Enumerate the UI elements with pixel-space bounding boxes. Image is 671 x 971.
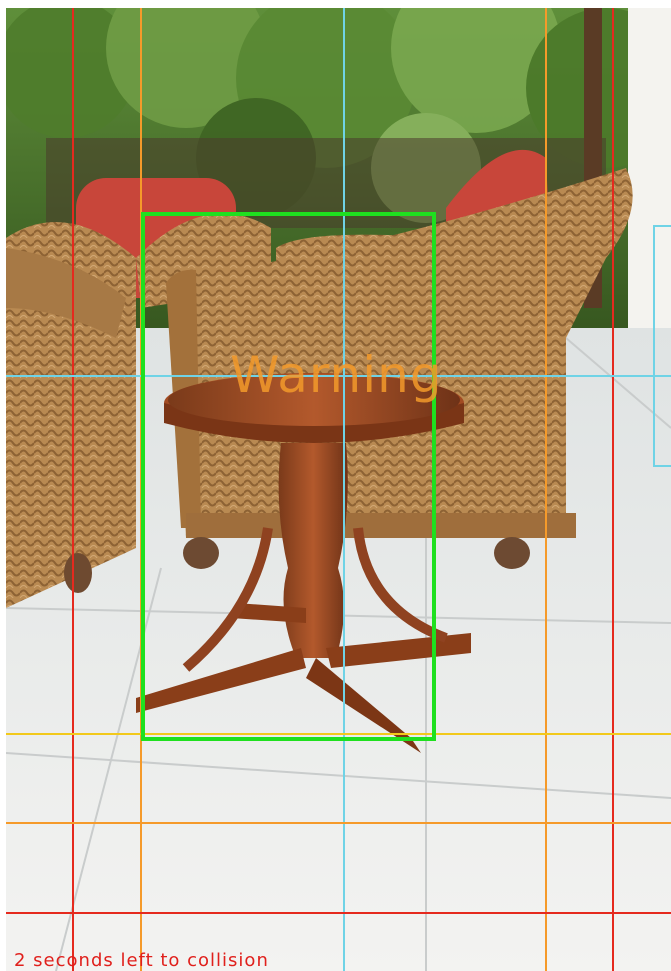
pillar (628, 8, 671, 338)
scene-photo (6, 8, 671, 971)
camera-frame (6, 8, 671, 971)
collision-countdown-label: 2 seconds left to collision (14, 950, 269, 971)
warning-label: Warning (230, 346, 443, 404)
